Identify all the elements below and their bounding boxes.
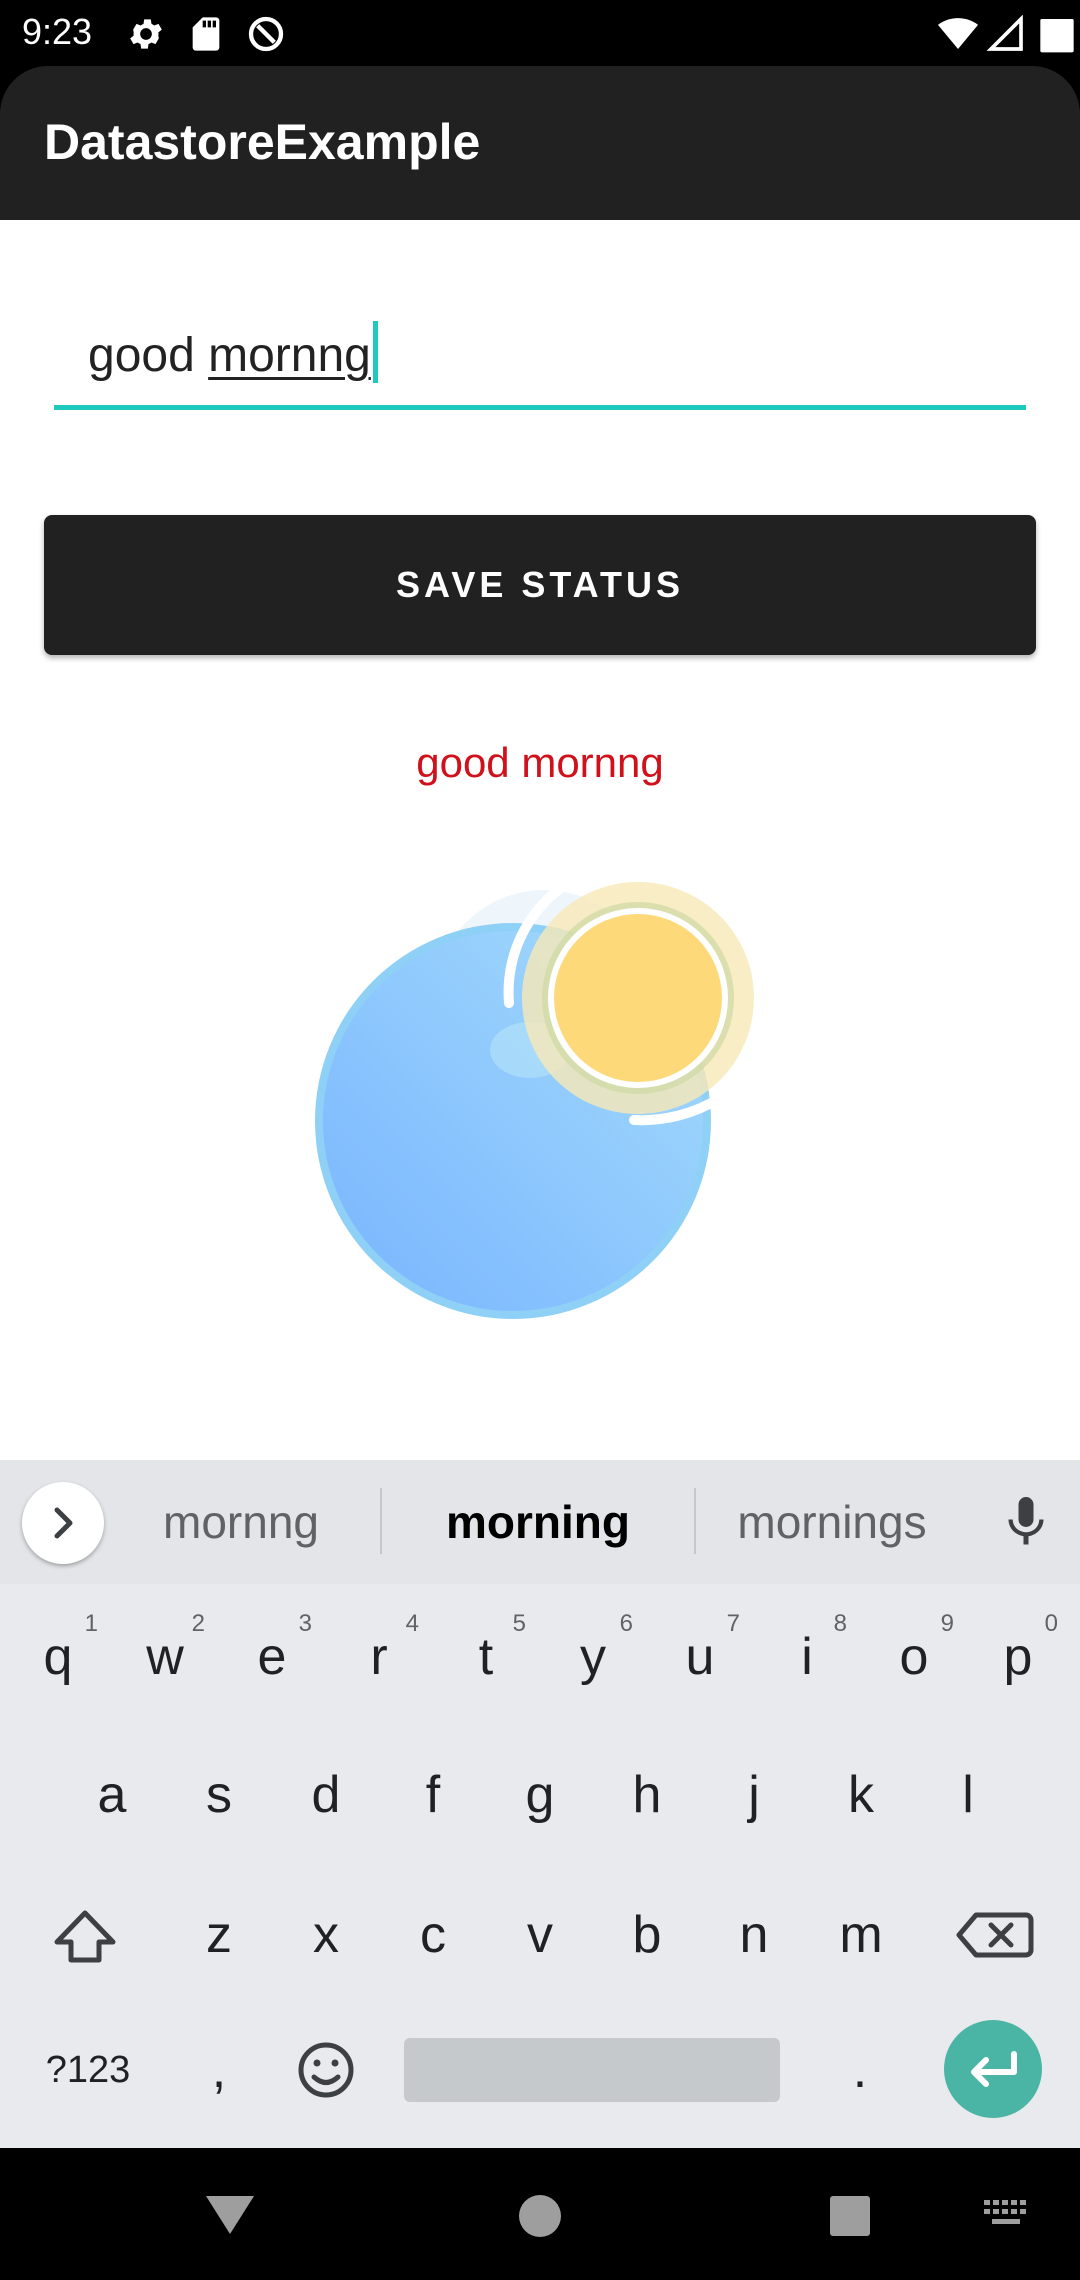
sd-card-icon	[192, 17, 220, 51]
key-o[interactable]: o9	[864, 1602, 964, 1712]
key-hint: 1	[84, 1610, 98, 1637]
key-k[interactable]: k	[811, 1740, 911, 1850]
key-label: t	[478, 1628, 494, 1686]
key-y[interactable]: y6	[543, 1602, 643, 1712]
navigation-bar	[0, 2148, 1080, 2280]
app-title: DatastoreExample	[44, 114, 481, 170]
key-label: i	[801, 1628, 813, 1686]
key-t[interactable]: t5	[436, 1602, 536, 1712]
home-icon[interactable]	[516, 2192, 564, 2240]
period-key[interactable]: .	[810, 2015, 910, 2125]
cellular-icon	[986, 14, 1023, 51]
battery-icon	[1040, 19, 1074, 53]
enter-icon	[971, 2051, 1017, 2087]
key-r[interactable]: r4	[329, 1602, 429, 1712]
key-s[interactable]: s	[169, 1740, 269, 1850]
key-h[interactable]: h	[597, 1740, 697, 1850]
saved-status-text: good mornng	[416, 739, 664, 786]
key-hint: 5	[512, 1610, 526, 1637]
key-x[interactable]: x	[276, 1880, 376, 1990]
wifi-icon	[938, 18, 978, 49]
shift-icon	[54, 1910, 116, 1963]
space-bar[interactable]	[404, 2038, 780, 2102]
key-n[interactable]: n	[704, 1880, 804, 1990]
key-label: o	[899, 1628, 929, 1686]
key-label: q	[43, 1628, 73, 1686]
do-not-disturb-icon	[248, 16, 284, 52]
keyboard-switch-icon[interactable]	[982, 2198, 1030, 2232]
key-hint: 3	[298, 1610, 312, 1637]
key-g[interactable]: g	[490, 1740, 590, 1850]
gear-icon	[130, 19, 162, 49]
key-i[interactable]: i8	[757, 1602, 857, 1712]
status-time: 9:23	[22, 11, 93, 52]
key-hint: 8	[833, 1610, 847, 1637]
suggestion-right[interactable]: mornings	[710, 1490, 954, 1554]
suggestion-left[interactable]: mornng	[128, 1490, 354, 1554]
sun	[554, 914, 722, 1082]
chevron-right-icon	[54, 1507, 73, 1539]
recents-icon[interactable]	[826, 2192, 874, 2240]
comma-key[interactable]: ,	[169, 2015, 269, 2125]
suggestion-divider	[694, 1488, 696, 1554]
suggestion-divider	[380, 1488, 382, 1554]
key-label: p	[1003, 1628, 1033, 1686]
soft-keyboard: mornng morning mornings q1 w2 e3 r4 t5 y…	[0, 1460, 1080, 2148]
key-label: u	[685, 1628, 715, 1686]
save-status-button[interactable]: SAVE STATUS	[44, 515, 1036, 655]
key-d[interactable]: d	[276, 1740, 376, 1850]
key-hint: 6	[619, 1610, 633, 1637]
key-b[interactable]: b	[597, 1880, 697, 1990]
key-l[interactable]: l	[918, 1740, 1018, 1850]
key-hint: 4	[405, 1610, 419, 1637]
key-label: y	[580, 1628, 606, 1686]
key-a[interactable]: a	[62, 1740, 162, 1850]
expand-toolbar-button[interactable]	[22, 1482, 104, 1564]
emoji-key[interactable]	[276, 2015, 376, 2125]
back-icon[interactable]	[200, 2188, 260, 2238]
key-w[interactable]: w2	[115, 1602, 215, 1712]
backspace-key[interactable]	[944, 1880, 1044, 1990]
key-m[interactable]: m	[811, 1880, 911, 1990]
key-v[interactable]: v	[490, 1880, 590, 1990]
status-input[interactable]	[54, 302, 1026, 410]
key-e[interactable]: e3	[222, 1602, 322, 1712]
microphone-icon[interactable]	[996, 1492, 1056, 1552]
key-f[interactable]: f	[383, 1740, 483, 1850]
app-bar: DatastoreExample	[0, 66, 1080, 220]
status-bar: 9:23	[0, 0, 1080, 66]
key-p[interactable]: p0	[968, 1602, 1068, 1712]
weather-illustration	[315, 863, 754, 1319]
backspace-icon	[956, 1912, 1034, 1958]
suggestion-center[interactable]: morning	[420, 1490, 656, 1554]
key-q[interactable]: q1	[8, 1602, 108, 1712]
symbols-key[interactable]: ?123	[28, 2015, 148, 2125]
key-hint: 9	[940, 1610, 954, 1637]
key-z[interactable]: z	[169, 1880, 269, 1990]
key-c[interactable]: c	[383, 1880, 483, 1990]
suggestion-bar: mornng morning mornings	[0, 1460, 1080, 1584]
key-u[interactable]: u7	[650, 1602, 750, 1712]
shift-key[interactable]	[35, 1880, 135, 1990]
key-hint: 2	[191, 1610, 205, 1637]
key-label: e	[257, 1628, 287, 1686]
key-hint: 7	[726, 1610, 740, 1637]
emoji-icon	[298, 2042, 354, 2098]
key-j[interactable]: j	[704, 1740, 804, 1850]
enter-key[interactable]	[944, 2020, 1042, 2118]
main-content: good mornng SAVE STATUS good mornng	[0, 220, 1080, 1460]
key-label: w	[146, 1628, 184, 1686]
key-label: r	[370, 1628, 388, 1686]
key-hint: 0	[1044, 1610, 1058, 1637]
